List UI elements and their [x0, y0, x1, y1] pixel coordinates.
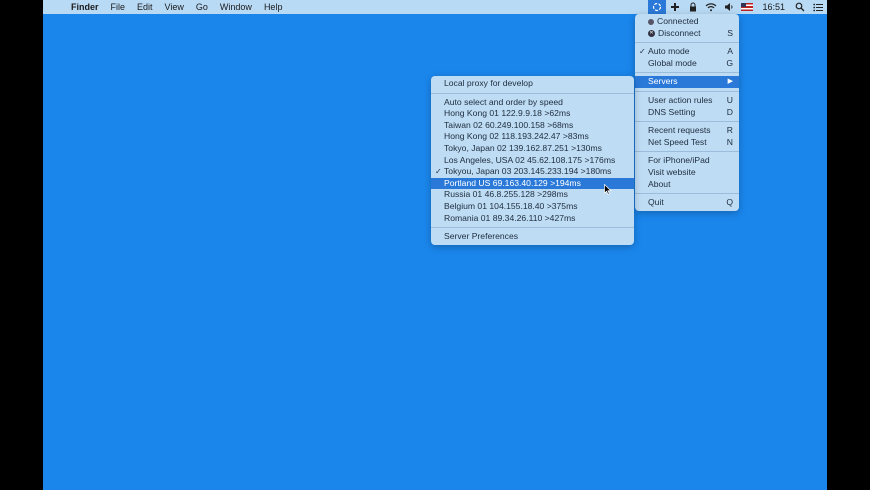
menu-help[interactable]: Help [258, 0, 289, 14]
volume-icon[interactable] [720, 0, 738, 14]
server-item-tokyo-03[interactable]: ✓ Tokyou, Japan 03 203.145.233.194 >180ms [431, 166, 634, 178]
menu-window[interactable]: Window [214, 0, 258, 14]
separator [635, 72, 739, 74]
auto-mode-item[interactable]: ✓ Auto mode A [635, 46, 739, 58]
status-connected: Connected [635, 16, 739, 28]
checkmark-icon: ✓ [435, 167, 442, 177]
separator [431, 227, 634, 229]
menu-edit[interactable]: Edit [131, 0, 159, 14]
flag-icon[interactable] [738, 0, 756, 14]
checkmark-icon: ✓ [639, 47, 646, 57]
server-item-los-angeles-02[interactable]: Los Angeles, USA 02 45.62.108.175 >176ms [431, 155, 634, 167]
lock-icon[interactable] [684, 0, 702, 14]
separator [635, 42, 739, 44]
desktop: Finder File Edit View Go Window Help 16:… [43, 0, 827, 490]
net-speed-test-item[interactable]: Net Speed Test N [635, 137, 739, 149]
server-item-hong-kong-02[interactable]: Hong Kong 02 118.193.242.47 >83ms [431, 131, 634, 143]
recent-requests-item[interactable]: Recent requests R [635, 125, 739, 137]
menu-finder[interactable]: Finder [65, 0, 105, 14]
servers-submenu: Local proxy for develop Auto select and … [431, 76, 634, 245]
server-item-taiwan-02[interactable]: Taiwan 02 60.249.100.158 >68ms [431, 120, 634, 132]
server-item-tokyo-02[interactable]: Tokyo, Japan 02 139.162.87.251 >130ms [431, 143, 634, 155]
wifi-icon[interactable] [702, 0, 720, 14]
proxy-menu: Connected ✕ Disconnect S ✓ Auto mode A Gl… [635, 14, 739, 211]
server-item-romania-01[interactable]: Romania 01 89.34.26.110 >427ms [431, 213, 634, 225]
submenu-arrow-icon: ▶ [727, 78, 733, 86]
separator [431, 92, 634, 94]
server-item-belgium-01[interactable]: Belgium 01 104.155.18.40 >375ms [431, 201, 634, 213]
visit-website-item[interactable]: Visit website [635, 167, 739, 179]
menu-file[interactable]: File [105, 0, 132, 14]
auto-select-item[interactable]: Auto select and order by speed [431, 97, 634, 109]
plus-app-icon[interactable] [666, 0, 684, 14]
proxy-app-icon[interactable] [648, 0, 667, 14]
separator [635, 193, 739, 195]
menu-view[interactable]: View [159, 0, 190, 14]
about-item[interactable]: About [635, 179, 739, 191]
status-dot-icon [648, 18, 654, 25]
user-action-rules-item[interactable]: User action rules U [635, 95, 739, 107]
separator [635, 90, 739, 92]
server-item-hong-kong-01[interactable]: Hong Kong 01 122.9.9.18 >62ms [431, 108, 634, 120]
server-preferences-item[interactable]: Server Preferences [431, 231, 634, 243]
separator [635, 151, 739, 153]
clock[interactable]: 16:51 [756, 0, 791, 14]
quit-item[interactable]: Quit Q [635, 197, 739, 209]
disconnect-icon: ✕ [648, 29, 655, 37]
search-icon[interactable] [791, 0, 809, 14]
for-iphone-item[interactable]: For iPhone/iPad [635, 155, 739, 167]
disconnect-item[interactable]: ✕ Disconnect S [635, 28, 739, 40]
mouse-cursor-icon [604, 184, 612, 195]
menu-go[interactable]: Go [190, 0, 214, 14]
local-proxy-item[interactable]: Local proxy for develop [431, 78, 634, 90]
separator [635, 121, 739, 123]
notification-center-icon[interactable] [809, 0, 827, 14]
global-mode-item[interactable]: Global mode G [635, 58, 739, 70]
servers-item[interactable]: Servers ▶ [635, 76, 739, 88]
dns-setting-item[interactable]: DNS Setting D [635, 107, 739, 119]
menu-bar: Finder File Edit View Go Window Help 16:… [43, 0, 827, 14]
